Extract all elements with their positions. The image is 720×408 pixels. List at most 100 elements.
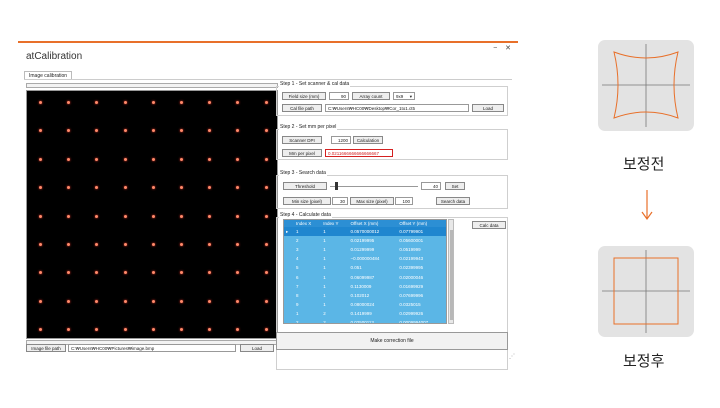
field-size-button[interactable]: Field size (mm) [282, 92, 326, 100]
table-row[interactable]: 3 1 0.01299999 0.0519999 [284, 245, 446, 254]
calibration-dot [236, 328, 240, 332]
table-cell[interactable]: 0.02500113 [348, 318, 397, 323]
set-button[interactable]: Set [445, 182, 465, 190]
table-row[interactable]: 2 2 0.02500113 0.0009994007 [284, 318, 446, 323]
min-size-button[interactable]: Min size (pixel) [283, 197, 331, 205]
table-row[interactable]: 9 1 0.08000024 0.0325015 [284, 300, 446, 309]
table-cell[interactable]: 5 [294, 263, 321, 272]
table-row[interactable]: 5 1 0.051 0.02399995 [284, 263, 446, 272]
table-row[interactable]: 8 1 0.102012 0.07699996 [284, 291, 446, 300]
table-cell[interactable]: 0.02399995 [397, 263, 446, 272]
array-count-select[interactable]: 9x9 ▾ [393, 92, 415, 100]
table-cell[interactable]: 1 [321, 245, 348, 254]
threshold-slider-track[interactable] [330, 186, 418, 187]
array-count-button[interactable]: Array count [352, 92, 390, 100]
calibration-dot [180, 328, 183, 332]
search-data-button[interactable]: Search data [436, 197, 470, 205]
calibration-dot [264, 157, 268, 161]
table-row[interactable]: 2 1 0.02199995 0.05600001 [284, 236, 446, 245]
window-controls[interactable]: − ✕ [493, 44, 514, 52]
table-row[interactable]: 1 2 0.1419999 0.02999926 [284, 309, 446, 318]
table-cell[interactable]: 1 [321, 272, 348, 281]
table-cell[interactable]: 0.08000024 [348, 300, 397, 309]
scanner-dpi-button[interactable]: Scanner DPI [282, 136, 322, 144]
table-cell[interactable]: 0.0570000012 [348, 227, 398, 237]
scanner-dpi-input[interactable]: 1200 [331, 136, 351, 144]
cal-file-path-button[interactable]: Cal file path [282, 104, 322, 112]
table-row[interactable]: 7 1 0.1130009 0.01699929 [284, 282, 446, 291]
calculation-button[interactable]: Calculation [353, 136, 383, 144]
table-cell[interactable]: 0.07699996 [397, 291, 446, 300]
calibration-dot [180, 129, 183, 133]
table-cell[interactable]: 0.1130009 [348, 282, 397, 291]
calibration-dot [67, 186, 71, 190]
table-cell[interactable]: 0.1419999 [348, 309, 397, 318]
table-cell[interactable]: −0.000000484 [348, 254, 397, 263]
table-cell[interactable]: 2 [294, 236, 321, 245]
table-cell[interactable]: 1 [321, 227, 349, 237]
offset-data-grid[interactable]: Index X Index Y Offset X (mm) Offset Y (… [283, 219, 447, 324]
table-cell[interactable]: 1 [321, 291, 348, 300]
max-size-input[interactable]: 100 [395, 197, 413, 205]
table-cell[interactable]: 0.0519999 [397, 245, 446, 254]
table-cell[interactable]: 1 [321, 236, 348, 245]
table-cell[interactable]: 1 [294, 227, 322, 237]
calibration-dot [39, 186, 42, 190]
table-cell[interactable]: 8 [294, 291, 321, 300]
mm-per-pixel-field[interactable]: 0.0211666666666666667 [325, 149, 393, 157]
calibration-dot [264, 271, 268, 275]
table-cell[interactable]: 9 [294, 300, 321, 309]
calc-data-button[interactable]: Calc data [472, 221, 506, 229]
threshold-slider-thumb[interactable] [335, 182, 339, 190]
table-cell[interactable]: 0.06099987 [348, 272, 397, 281]
table-cell[interactable]: 1 [321, 282, 348, 291]
table-cell[interactable]: 0.02000046 [397, 272, 446, 281]
table-row[interactable]: 4 1 −0.000000484 0.02199943 [284, 254, 446, 263]
threshold-input[interactable]: 40 [421, 182, 441, 190]
table-cell[interactable]: 0.01699929 [397, 282, 446, 291]
image-file-path-field[interactable]: C:₩Users₩HC00₩Pictures₩image.bmp [68, 344, 236, 352]
table-cell[interactable]: 0.02199943 [397, 254, 446, 263]
image-load-button[interactable]: Load [240, 344, 274, 352]
table-cell[interactable]: 1 [321, 263, 348, 272]
image-file-path-button[interactable]: Image file path [26, 344, 66, 352]
grid-header-index-y[interactable]: Index Y [321, 220, 349, 227]
table-row[interactable]: 6 1 0.06099987 0.02000046 [284, 272, 446, 281]
table-cell[interactable]: 0.02199995 [348, 236, 397, 245]
grid-header-offset-x[interactable]: Offset X (mm) [348, 220, 398, 227]
table-cell[interactable]: 2 [321, 309, 348, 318]
table-cell[interactable]: 0.02999926 [397, 309, 446, 318]
grid-scrollbar-thumb[interactable] [450, 230, 453, 320]
table-cell[interactable]: 0.07799901 [397, 227, 446, 237]
table-cell[interactable]: 2 [321, 318, 348, 323]
table-cell[interactable]: 1 [321, 254, 348, 263]
table-cell[interactable]: 0.01299999 [348, 245, 397, 254]
table-cell[interactable]: 4 [294, 254, 321, 263]
table-cell[interactable]: 0.051 [348, 263, 397, 272]
mm-per-pixel-button[interactable]: Mm per pixel [282, 149, 322, 157]
resize-grip[interactable]: ⋰ [509, 353, 515, 360]
field-size-input[interactable]: 90 [329, 92, 349, 100]
cal-load-button[interactable]: Load [472, 104, 504, 112]
table-cell[interactable]: 1 [294, 309, 321, 318]
cal-file-path-field[interactable]: C:₩Users₩HC00₩Desktop₩Cor_1to1.ct5 [325, 104, 469, 112]
table-cell[interactable]: 1 [321, 300, 348, 309]
table-cell[interactable]: 3 [294, 245, 321, 254]
row-marker [284, 309, 294, 318]
table-cell[interactable]: 0.102012 [348, 291, 397, 300]
grid-header-offset-y[interactable]: Offset Y (mm) [397, 220, 446, 227]
make-correction-file-button[interactable]: Make correction file [276, 332, 508, 350]
table-row[interactable]: ▸ 1 1 0.0570000012 0.07799901 [284, 227, 446, 237]
max-size-button[interactable]: Max size (pixel) [350, 197, 394, 205]
calibration-dot [67, 101, 71, 104]
table-cell[interactable]: 0.0009994007 [397, 318, 446, 323]
grid-scrollbar[interactable] [448, 219, 454, 324]
table-cell[interactable]: 0.05600001 [397, 236, 446, 245]
threshold-button[interactable]: Threshold [283, 182, 327, 190]
table-cell[interactable]: 0.0325015 [397, 300, 446, 309]
min-size-input[interactable]: 30 [332, 197, 348, 205]
table-cell[interactable]: 2 [294, 318, 321, 323]
grid-header-index-x[interactable]: Index X [294, 220, 322, 227]
table-cell[interactable]: 7 [294, 282, 321, 291]
table-cell[interactable]: 6 [294, 272, 321, 281]
